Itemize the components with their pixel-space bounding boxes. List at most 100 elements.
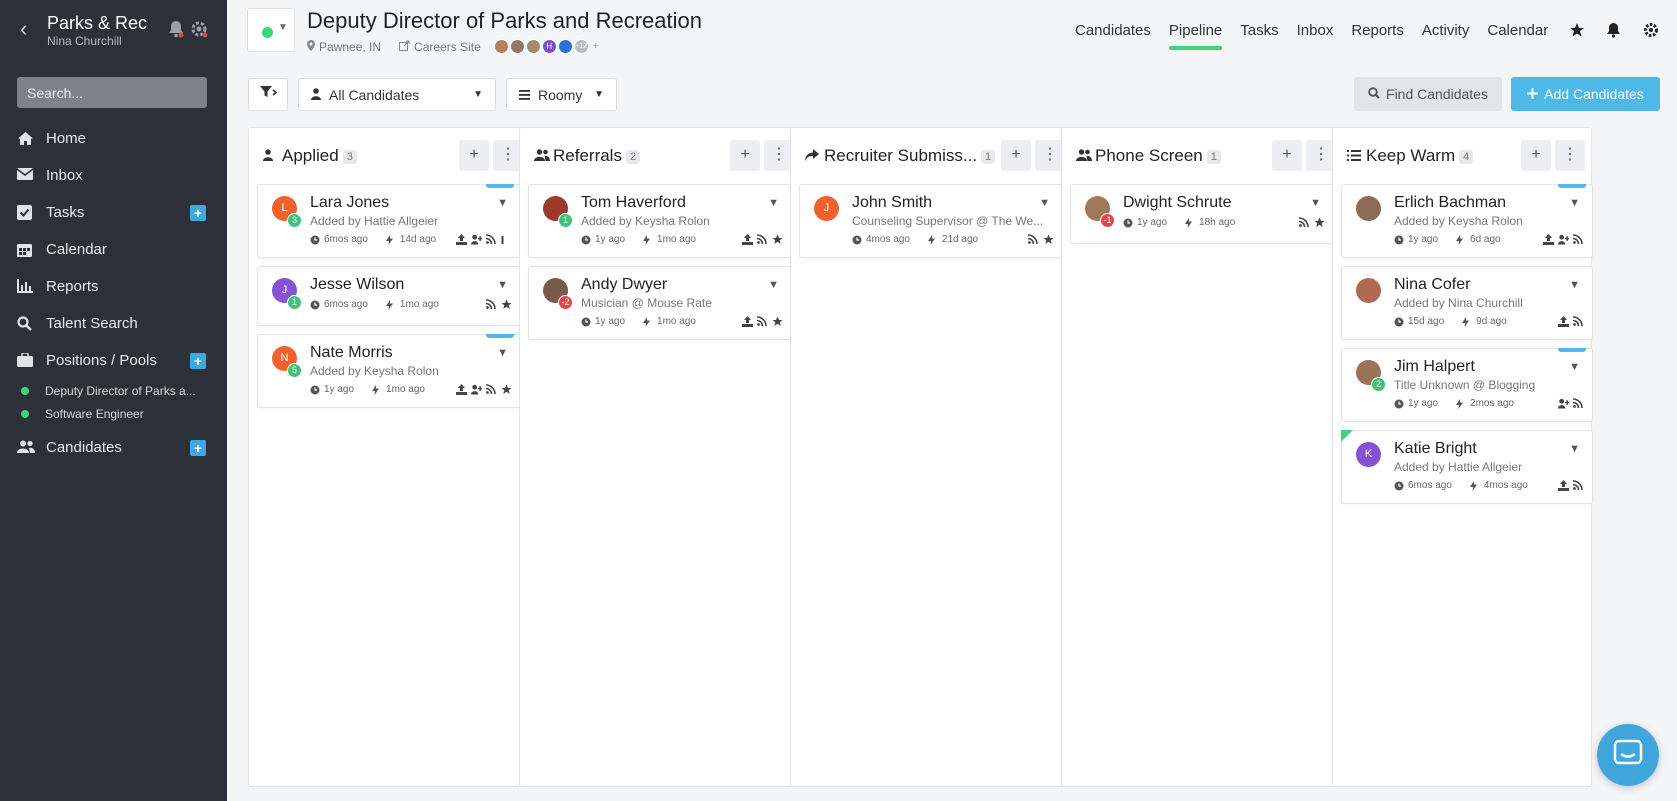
chevron-down-icon[interactable]: ▼ bbox=[1039, 197, 1050, 209]
candidate-name[interactable]: Jesse Wilson bbox=[310, 276, 404, 294]
chevron-down-icon[interactable]: ▼ bbox=[1569, 361, 1580, 373]
candidate-name[interactable]: Erlich Bachman bbox=[1394, 194, 1506, 212]
filter-toggle-button[interactable] bbox=[248, 78, 288, 111]
candidate-card[interactable]: K Katie Bright Added by Hattie Allgeier ▼ 6m… bbox=[1341, 430, 1593, 504]
sidebar-item-reports[interactable]: Reports bbox=[0, 268, 227, 305]
clock-icon bbox=[1394, 317, 1404, 327]
candidate-name[interactable]: Katie Bright bbox=[1394, 440, 1477, 458]
envelope-icon bbox=[17, 167, 35, 184]
candidate-card[interactable]: -2 Andy Dwyer Musician @ Mouse Rate ▼ 1y ago… bbox=[528, 266, 792, 340]
gear-icon[interactable] bbox=[1643, 22, 1661, 40]
tab-reports[interactable]: Reports bbox=[1351, 22, 1404, 39]
candidate-card[interactable]: 1 Tom Haverford Added by Keysha Rolon ▼ 1y a… bbox=[528, 184, 792, 258]
chevron-down-icon[interactable]: ▼ bbox=[1569, 443, 1580, 455]
chat-launcher-button[interactable] bbox=[1597, 724, 1659, 786]
user-icon bbox=[263, 148, 279, 162]
sidebar-item-label: Tasks bbox=[46, 204, 85, 221]
added-time: 1y ago bbox=[1408, 398, 1439, 409]
candidate-name[interactable]: John Smith bbox=[852, 194, 932, 212]
add-candidates-button[interactable]: Add Candidates bbox=[1511, 77, 1660, 111]
chevron-down-icon[interactable]: ▼ bbox=[1569, 279, 1580, 291]
chevron-down-icon[interactable]: ▼ bbox=[1569, 197, 1580, 209]
tab-calendar[interactable]: Calendar bbox=[1487, 22, 1548, 39]
chevron-down-icon[interactable]: ▼ bbox=[497, 197, 508, 209]
sidebar-search-input[interactable] bbox=[17, 77, 207, 108]
sidebar-item-tasks[interactable]: Tasks + bbox=[0, 194, 227, 231]
column-more-button[interactable]: ⋮ bbox=[1555, 140, 1585, 171]
chevron-down-icon[interactable]: ▼ bbox=[768, 279, 779, 291]
avatar[interactable] bbox=[1356, 196, 1381, 221]
add-to-stage-button[interactable]: + bbox=[459, 140, 489, 171]
add-plus-button[interactable]: + bbox=[190, 205, 206, 221]
sidebar-position-item[interactable]: Deputy Director of Parks a... bbox=[0, 379, 227, 402]
candidate-filter-dropdown[interactable]: All Candidates ▼ bbox=[298, 78, 496, 111]
tab-candidates[interactable]: Candidates bbox=[1075, 22, 1151, 39]
add-to-stage-button[interactable]: + bbox=[1001, 140, 1031, 171]
add-to-stage-button[interactable]: + bbox=[730, 140, 760, 171]
star-icon[interactable] bbox=[1569, 22, 1587, 40]
candidate-name[interactable]: Lara Jones bbox=[310, 194, 389, 212]
add-to-stage-button[interactable]: + bbox=[1272, 140, 1302, 171]
back-chevron-icon[interactable]: ‹ bbox=[20, 16, 27, 42]
chevron-down-icon[interactable]: ▼ bbox=[497, 347, 508, 359]
density-dropdown[interactable]: Roomy ▼ bbox=[506, 78, 617, 111]
sidebar-item-calendar[interactable]: Calendar bbox=[0, 231, 227, 268]
tab-pipeline[interactable]: Pipeline bbox=[1168, 22, 1223, 50]
team-avatar[interactable] bbox=[525, 39, 541, 54]
users-icon bbox=[1076, 148, 1092, 162]
notification-bell-icon[interactable] bbox=[168, 20, 184, 38]
chevron-down-icon[interactable]: ▼ bbox=[768, 197, 779, 209]
sidebar-item-home[interactable]: Home bbox=[0, 120, 227, 157]
tab-inbox[interactable]: Inbox bbox=[1297, 22, 1334, 39]
candidate-name[interactable]: Jim Halpert bbox=[1394, 358, 1475, 376]
candidate-card[interactable]: L 3 Lara Jones Added by Hattie Allgeier ▼ 6mo… bbox=[257, 184, 521, 258]
candidate-name[interactable]: Nate Morris bbox=[310, 344, 393, 362]
chevron-down-icon[interactable]: ▼ bbox=[1310, 197, 1321, 209]
sidebar-item-talent-search[interactable]: Talent Search bbox=[0, 305, 227, 342]
team-avatar[interactable] bbox=[509, 39, 525, 54]
team-avatar[interactable] bbox=[557, 39, 573, 54]
find-candidates-button[interactable]: Find Candidates bbox=[1354, 77, 1502, 111]
team-avatar[interactable] bbox=[493, 39, 509, 54]
position-status-dropdown[interactable]: ▼ bbox=[247, 8, 295, 52]
candidate-card[interactable]: -1 Dwight Schrute ▼ 1y ago 18h ago bbox=[1070, 184, 1334, 244]
candidate-card[interactable]: J John Smith Counseling Supervisor @ The W… bbox=[799, 184, 1063, 258]
candidate-name[interactable]: Dwight Schrute bbox=[1123, 194, 1232, 212]
star-icon bbox=[501, 384, 512, 395]
candidate-card[interactable]: Nina Cofer Added by Nina Churchill ▼ 15d ag… bbox=[1341, 266, 1593, 340]
candidate-card[interactable]: N 5 Nate Morris Added by Keysha Rolon ▼ 1y ag… bbox=[257, 334, 521, 408]
add-team-member-button[interactable]: + bbox=[593, 41, 599, 52]
column-name: Keep Warm bbox=[1366, 146, 1456, 165]
team-avatar[interactable]: H bbox=[541, 39, 557, 54]
add-plus-button[interactable]: + bbox=[190, 353, 206, 369]
settings-gear-icon[interactable] bbox=[190, 20, 208, 38]
sidebar-item-positions-pools[interactable]: Positions / Pools + bbox=[0, 342, 227, 379]
sidebar-item-candidates[interactable]: Candidates + bbox=[0, 429, 227, 466]
candidate-card[interactable]: 2 Jim Halpert Title Unknown @ Blogging ▼ 1y … bbox=[1341, 348, 1593, 422]
add-plus-button[interactable]: + bbox=[190, 440, 206, 456]
team-more-count[interactable]: +12 bbox=[573, 39, 589, 54]
tab-activity[interactable]: Activity bbox=[1422, 22, 1470, 39]
avatar[interactable]: K bbox=[1356, 442, 1381, 467]
avatar[interactable]: J bbox=[814, 196, 839, 221]
tab-tasks[interactable]: Tasks bbox=[1240, 22, 1278, 39]
avatar[interactable] bbox=[1356, 278, 1381, 303]
added-time: 1y ago bbox=[595, 234, 626, 245]
careers-site-link[interactable]: Careers Site bbox=[414, 40, 481, 54]
status-dot-icon bbox=[21, 386, 29, 395]
bolt-icon bbox=[372, 384, 382, 395]
candidate-name[interactable]: Tom Haverford bbox=[581, 194, 686, 212]
bell-icon[interactable] bbox=[1606, 22, 1624, 40]
hiring-team-avatars[interactable]: H +12 + bbox=[493, 39, 599, 54]
candidate-name[interactable]: Andy Dwyer bbox=[581, 276, 667, 294]
sidebar-position-item[interactable]: Software Engineer bbox=[0, 402, 227, 425]
sidebar-item-inbox[interactable]: Inbox bbox=[0, 157, 227, 194]
candidate-name[interactable]: Nina Cofer bbox=[1394, 276, 1470, 294]
chevron-down-icon[interactable]: ▼ bbox=[497, 279, 508, 291]
activity-time: 2mos ago bbox=[1470, 398, 1514, 409]
add-to-stage-button[interactable]: + bbox=[1521, 140, 1551, 171]
external-link-icon bbox=[399, 40, 410, 54]
rss-icon bbox=[486, 384, 497, 395]
candidate-card[interactable]: J 1 Jesse Wilson ▼ 6mos ago 1mo ago bbox=[257, 266, 521, 326]
candidate-card[interactable]: Erlich Bachman Added by Keysha Rolon ▼ 1y a… bbox=[1341, 184, 1593, 258]
